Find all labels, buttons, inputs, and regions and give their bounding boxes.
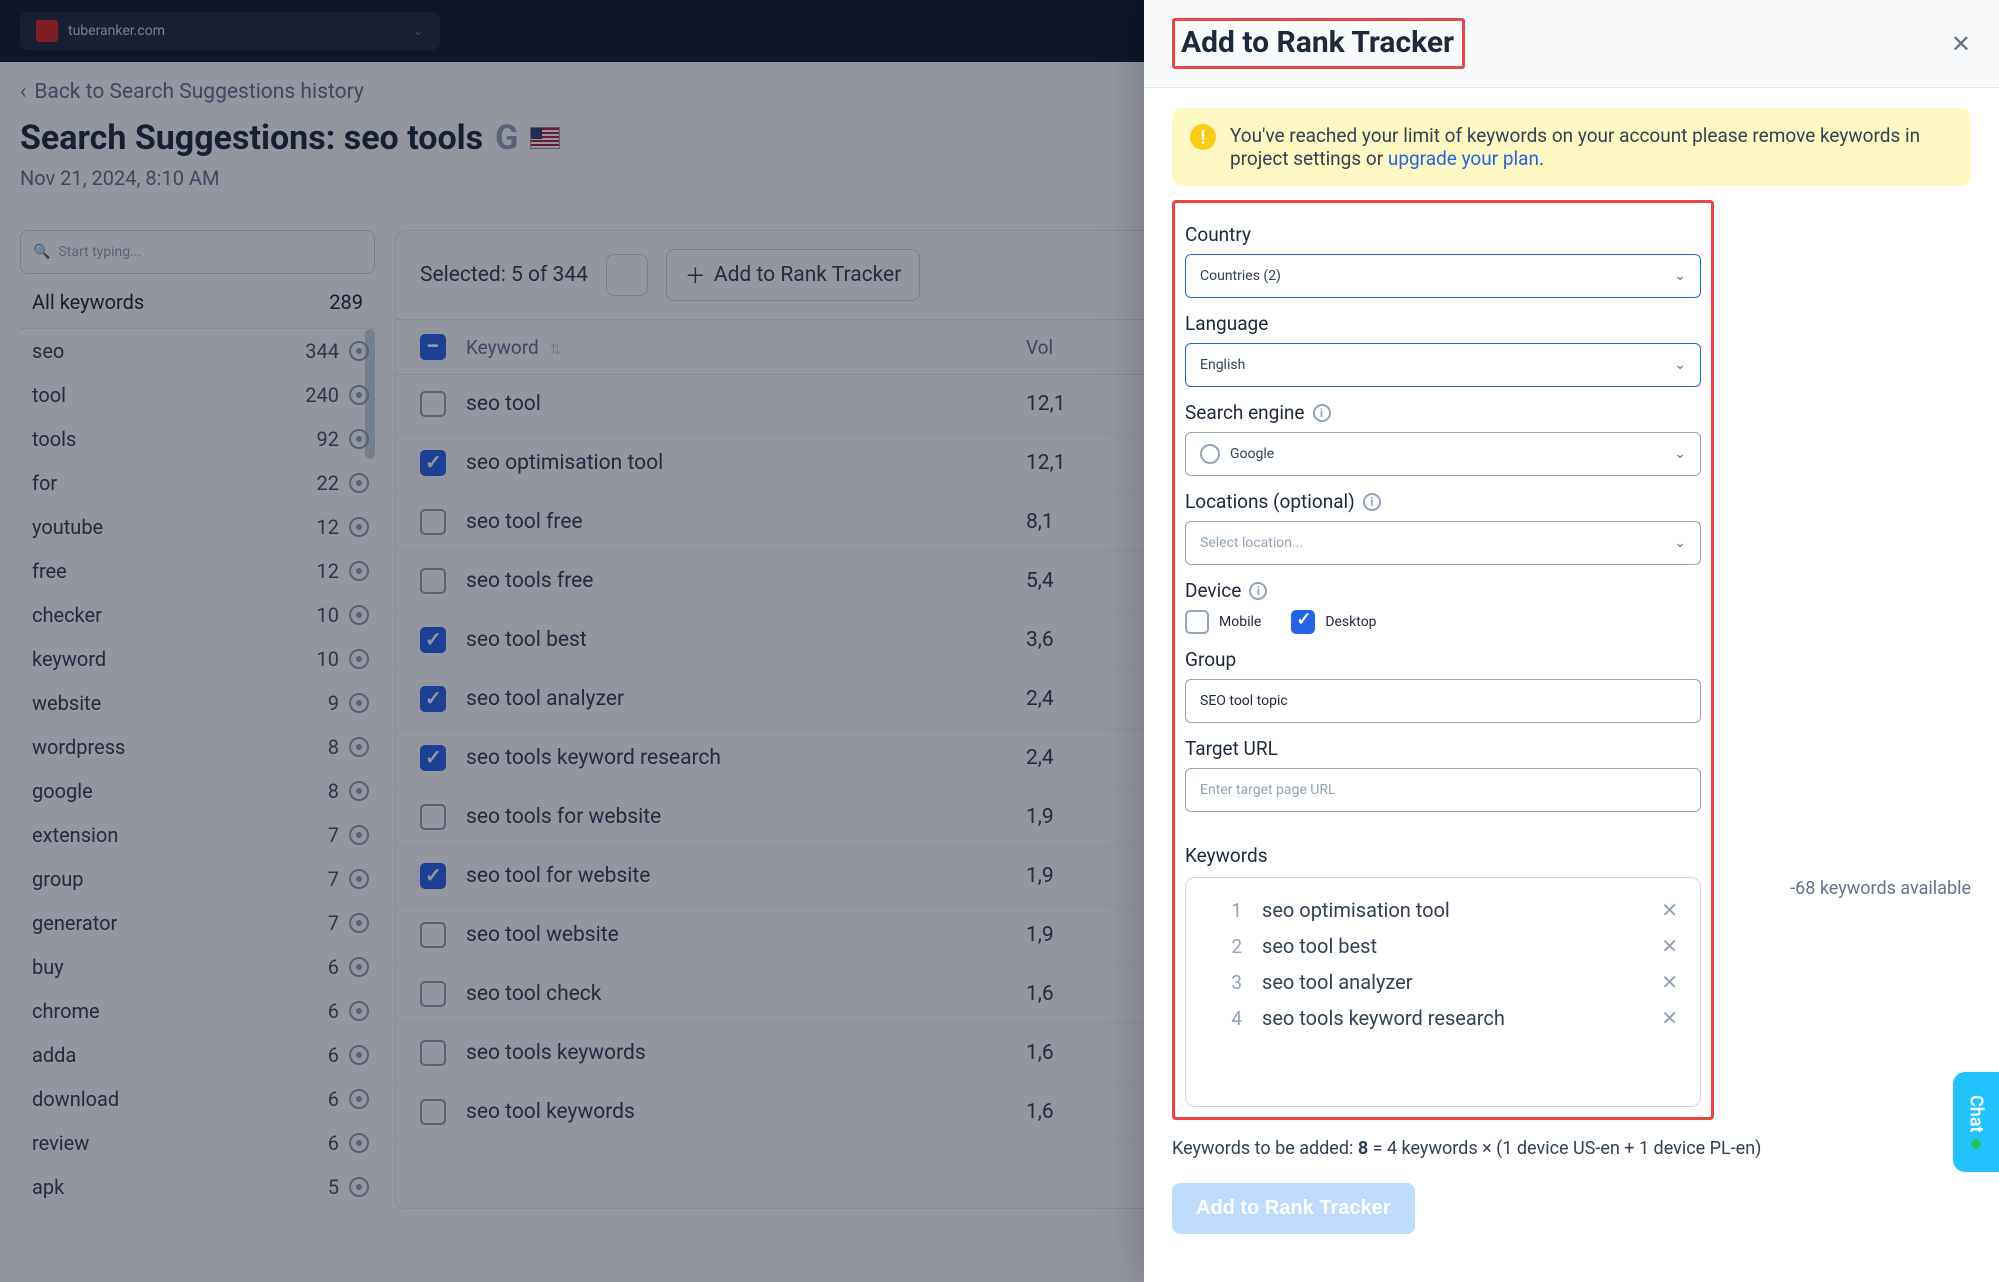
target-url-placeholder: Enter target page URL: [1200, 782, 1336, 798]
info-icon[interactable]: i: [1249, 582, 1267, 600]
target-url-input[interactable]: Enter target page URL: [1185, 768, 1701, 812]
chevron-down-icon: ⌄: [1674, 535, 1686, 551]
remove-keyword-icon[interactable]: ✕: [1661, 898, 1678, 922]
checkbox-icon: [1291, 610, 1315, 634]
desktop-label: Desktop: [1325, 614, 1376, 630]
panel-keyword-item: 4 seo tools keyword research ✕: [1186, 1000, 1700, 1036]
country-select[interactable]: Countries (2) ⌄: [1185, 254, 1701, 298]
panel-keyword-item: 3 seo tool analyzer ✕: [1186, 964, 1700, 1000]
language-value: English: [1200, 357, 1245, 373]
chat-label: Chat: [1966, 1095, 1987, 1133]
panel-kw-index: 3: [1186, 971, 1242, 994]
country-value: Countries (2): [1200, 268, 1281, 284]
status-dot-icon: [1971, 1139, 1981, 1149]
search-engine-select[interactable]: Google ⌄: [1185, 432, 1701, 476]
chevron-down-icon: ⌄: [1674, 357, 1686, 373]
submit-add-button[interactable]: Add to Rank Tracker: [1172, 1183, 1415, 1234]
keywords-available: -68 keywords available: [1790, 878, 1971, 899]
upgrade-plan-link[interactable]: upgrade your plan: [1388, 147, 1539, 170]
device-label: Device: [1185, 579, 1241, 602]
alert-text: You've reached your limit of keywords on…: [1230, 124, 1920, 170]
panel-kw-index: 2: [1186, 935, 1242, 958]
remove-keyword-icon[interactable]: ✕: [1661, 1006, 1678, 1030]
warning-icon: !: [1190, 124, 1216, 150]
remove-keyword-icon[interactable]: ✕: [1661, 934, 1678, 958]
footer-summary: Keywords to be added: 8 = 4 keywords × (…: [1144, 1120, 1999, 1159]
checkbox-icon: [1185, 610, 1209, 634]
group-input[interactable]: SEO tool topic: [1185, 679, 1701, 723]
remove-keyword-icon[interactable]: ✕: [1661, 970, 1678, 994]
locations-label: Locations (optional): [1185, 490, 1355, 513]
panel-kw-index: 4: [1186, 1007, 1242, 1030]
chevron-down-icon: ⌄: [1674, 268, 1686, 284]
language-select[interactable]: English ⌄: [1185, 343, 1701, 387]
group-value: SEO tool topic: [1200, 693, 1288, 709]
panel-keyword-item: 2 seo tool best ✕: [1186, 928, 1700, 964]
panel-kw-text: seo tool analyzer: [1262, 970, 1661, 994]
country-label: Country: [1185, 223, 1701, 246]
panel-kw-text: seo tools keyword research: [1262, 1006, 1661, 1030]
info-icon[interactable]: i: [1313, 404, 1331, 422]
add-rank-tracker-panel: Add to Rank Tracker ✕ ! You've reached y…: [1144, 0, 1999, 1282]
panel-kw-text: seo tool best: [1262, 934, 1661, 958]
chevron-down-icon: ⌄: [1674, 446, 1686, 462]
close-icon[interactable]: ✕: [1951, 30, 1971, 58]
keywords-label: Keywords: [1185, 844, 1268, 867]
google-icon: [1200, 444, 1220, 464]
limit-alert: ! You've reached your limit of keywords …: [1172, 108, 1971, 186]
panel-kw-text: seo optimisation tool: [1262, 898, 1661, 922]
form-highlight: Country Countries (2) ⌄ Language English…: [1172, 200, 1714, 1120]
mobile-label: Mobile: [1219, 614, 1261, 630]
mobile-checkbox[interactable]: Mobile: [1185, 610, 1261, 634]
info-icon[interactable]: i: [1363, 493, 1381, 511]
search-engine-value: Google: [1230, 446, 1274, 462]
target-url-label: Target URL: [1185, 737, 1701, 760]
chat-widget[interactable]: Chat: [1953, 1072, 1999, 1172]
group-label: Group: [1185, 648, 1701, 671]
language-label: Language: [1185, 312, 1701, 335]
locations-select[interactable]: Select location... ⌄: [1185, 521, 1701, 565]
search-engine-label: Search engine: [1185, 401, 1305, 424]
panel-title: Add to Rank Tracker: [1181, 25, 1454, 60]
panel-kw-index: 1: [1186, 899, 1242, 922]
desktop-checkbox[interactable]: Desktop: [1291, 610, 1376, 634]
panel-keyword-item: 1 seo optimisation tool ✕: [1186, 892, 1700, 928]
keywords-listbox: 1 seo optimisation tool ✕2 seo tool best…: [1185, 877, 1701, 1107]
locations-placeholder: Select location...: [1200, 535, 1303, 551]
